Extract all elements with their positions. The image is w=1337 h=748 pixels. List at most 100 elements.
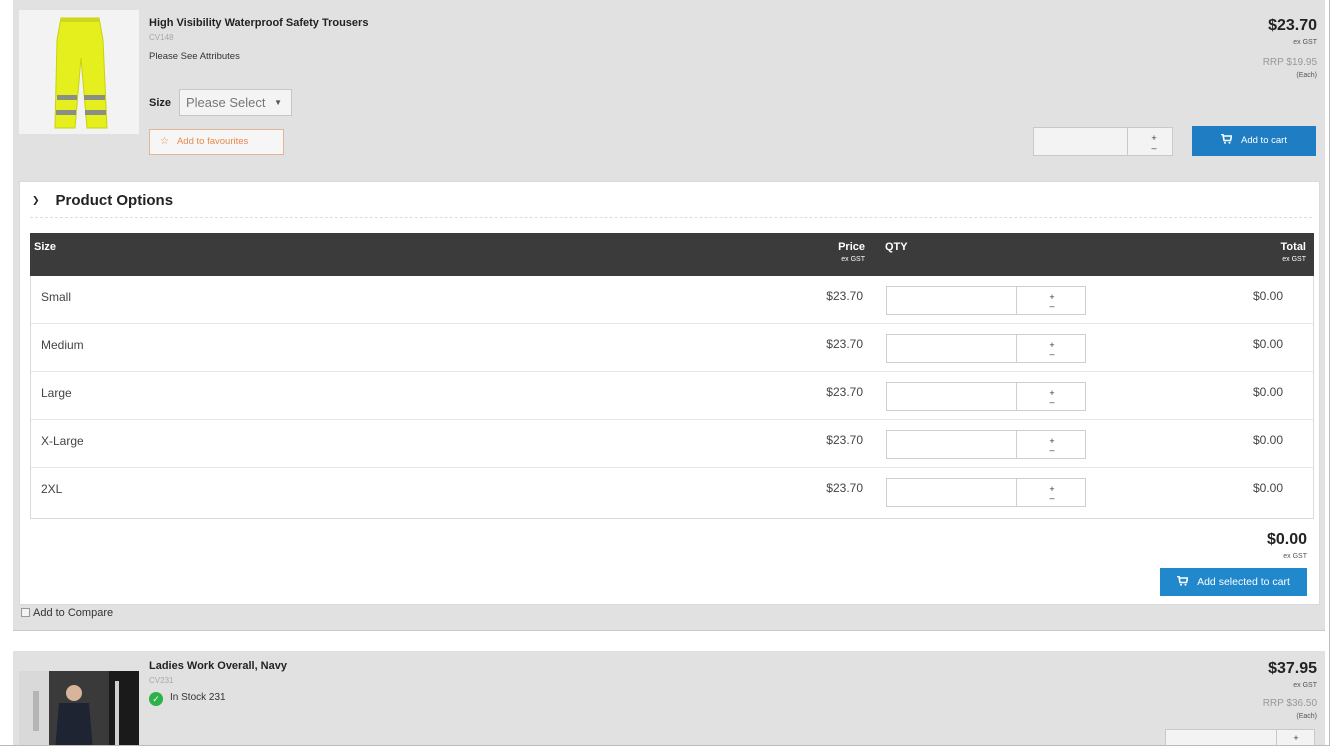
increment-icon[interactable]: + [1291,734,1301,743]
cart-icon [1177,576,1189,586]
product-options-heading: Product Options [55,192,174,209]
options-grand-total: $0.00 [1266,531,1307,548]
stock-text: In Stock 231 [170,692,226,703]
quantity-stepper[interactable]: + – [1033,127,1173,156]
star-icon: ☆ [160,136,169,147]
page-frame: High Visibility Waterproof Safety Trouse… [0,0,1330,746]
stepper-divider [1127,128,1128,155]
product-price: $23.70 [1268,17,1317,34]
row-size: Large [41,386,72,400]
row-total: $0.00 [1252,289,1283,303]
decrement-icon[interactable]: – [1047,494,1057,503]
unit-label: (Each) [1296,713,1317,720]
total-header-sub: ex GST [1282,256,1306,263]
decrement-icon[interactable]: – [1047,350,1057,359]
product-title[interactable]: High Visibility Waterproof Safety Trouse… [149,17,368,29]
row-total: $0.00 [1252,433,1283,447]
product-price: $37.95 [1268,660,1317,677]
quantity-stepper[interactable]: + [1165,729,1315,745]
row-quantity-stepper[interactable]: + – [886,430,1086,459]
row-total: $0.00 [1252,337,1283,351]
favourites-label: Add to favourites [176,136,249,147]
decrement-icon[interactable]: – [1047,398,1057,407]
row-quantity-stepper[interactable]: + – [886,334,1086,363]
column-header-size: Size [34,241,57,253]
product-options-toggle[interactable]: ❯ Product Options [32,192,173,209]
row-price: $23.70 [826,433,863,447]
product-card: High Visibility Waterproof Safety Trouse… [13,0,1325,631]
row-price: $23.70 [826,289,863,303]
stepper-divider [1276,730,1277,745]
rrp-price: RRP $19.95 [1262,57,1317,68]
product-card: Ladies Work Overall, Navy CV231 ✓ In Stoc… [13,651,1325,745]
price-header-sub: ex GST [841,256,865,263]
checkbox-icon [21,608,30,617]
decrement-icon[interactable]: – [1149,144,1159,153]
increment-icon[interactable]: + [1047,437,1057,446]
add-to-cart-button[interactable]: Add to cart [1192,126,1316,156]
cart-icon [1221,134,1233,144]
add-to-favourites-button[interactable]: ☆ Add to favourites [149,129,284,155]
overall-image [19,671,139,745]
table-row: Small $23.70 + – $0.00 [31,276,1313,324]
price-header-label: Price [838,241,865,253]
product-image[interactable] [19,10,139,134]
increment-icon[interactable]: + [1047,341,1057,350]
options-divider [30,217,1312,218]
increment-icon[interactable]: + [1149,134,1159,143]
product-image[interactable] [19,671,139,745]
decrement-icon[interactable]: – [1047,446,1057,455]
decrement-icon[interactable]: – [1047,302,1057,311]
table-row: 2XL $23.70 + – $0.00 [31,468,1313,516]
column-header-qty: QTY [885,241,908,253]
row-quantity-stepper[interactable]: + – [886,478,1086,507]
row-size: X-Large [41,434,84,448]
caret-down-icon: ▼ [274,98,282,107]
price-tax-note: ex GST [1293,682,1317,689]
add-selected-to-cart-button[interactable]: Add selected to cart [1160,568,1307,596]
product-code: CV231 [149,676,174,685]
column-header-total: Total ex GST [1281,241,1306,263]
add-to-cart-label: Add to cart [1241,135,1287,146]
row-price: $23.70 [826,385,863,399]
increment-icon[interactable]: + [1047,293,1057,302]
size-label: Size [149,97,172,109]
size-select-value: Please Select [186,95,266,110]
total-header-label: Total [1280,241,1306,253]
row-price: $23.70 [826,481,863,495]
increment-icon[interactable]: + [1047,389,1057,398]
stepper-divider [1016,287,1017,314]
add-selected-label: Add selected to cart [1197,576,1290,588]
rrp-price: RRP $36.50 [1262,698,1317,709]
table-row: Medium $23.70 + – $0.00 [31,324,1313,372]
row-price: $23.70 [826,337,863,351]
stock-status: ✓ In Stock 231 [149,692,226,706]
table-row: X-Large $23.70 + – $0.00 [31,420,1313,468]
options-table-body: Small $23.70 + – $0.00 Medium $23.70 + –… [30,276,1314,519]
product-title[interactable]: Ladies Work Overall, Navy [149,660,287,672]
grand-total-tax-note: ex GST [1283,553,1307,560]
compare-label: Add to Compare [33,607,114,619]
increment-icon[interactable]: + [1047,485,1057,494]
add-to-compare-checkbox[interactable]: Add to Compare [21,607,113,619]
column-header-price: Price ex GST [838,241,865,263]
trousers-image [54,17,108,129]
unit-label: (Each) [1296,72,1317,79]
row-size: 2XL [41,482,63,496]
size-select[interactable]: Please Select ▼ [179,89,292,116]
stepper-divider [1016,383,1017,410]
options-table-header: Size Price ex GST QTY Total ex GST [30,233,1314,276]
product-options-panel: ❯ Product Options Size Price ex GST QTY T… [19,181,1320,605]
price-tax-note: ex GST [1293,39,1317,46]
stepper-divider [1016,479,1017,506]
stepper-divider [1016,431,1017,458]
row-size: Small [41,290,72,304]
row-quantity-stepper[interactable]: + – [886,286,1086,315]
row-size: Medium [41,338,84,352]
row-quantity-stepper[interactable]: + – [886,382,1086,411]
row-total: $0.00 [1252,385,1283,399]
row-total: $0.00 [1252,481,1283,495]
attributes-text: Please See Attributes [149,51,240,62]
stepper-divider [1016,335,1017,362]
chevron-down-icon: ❯ [32,195,40,205]
